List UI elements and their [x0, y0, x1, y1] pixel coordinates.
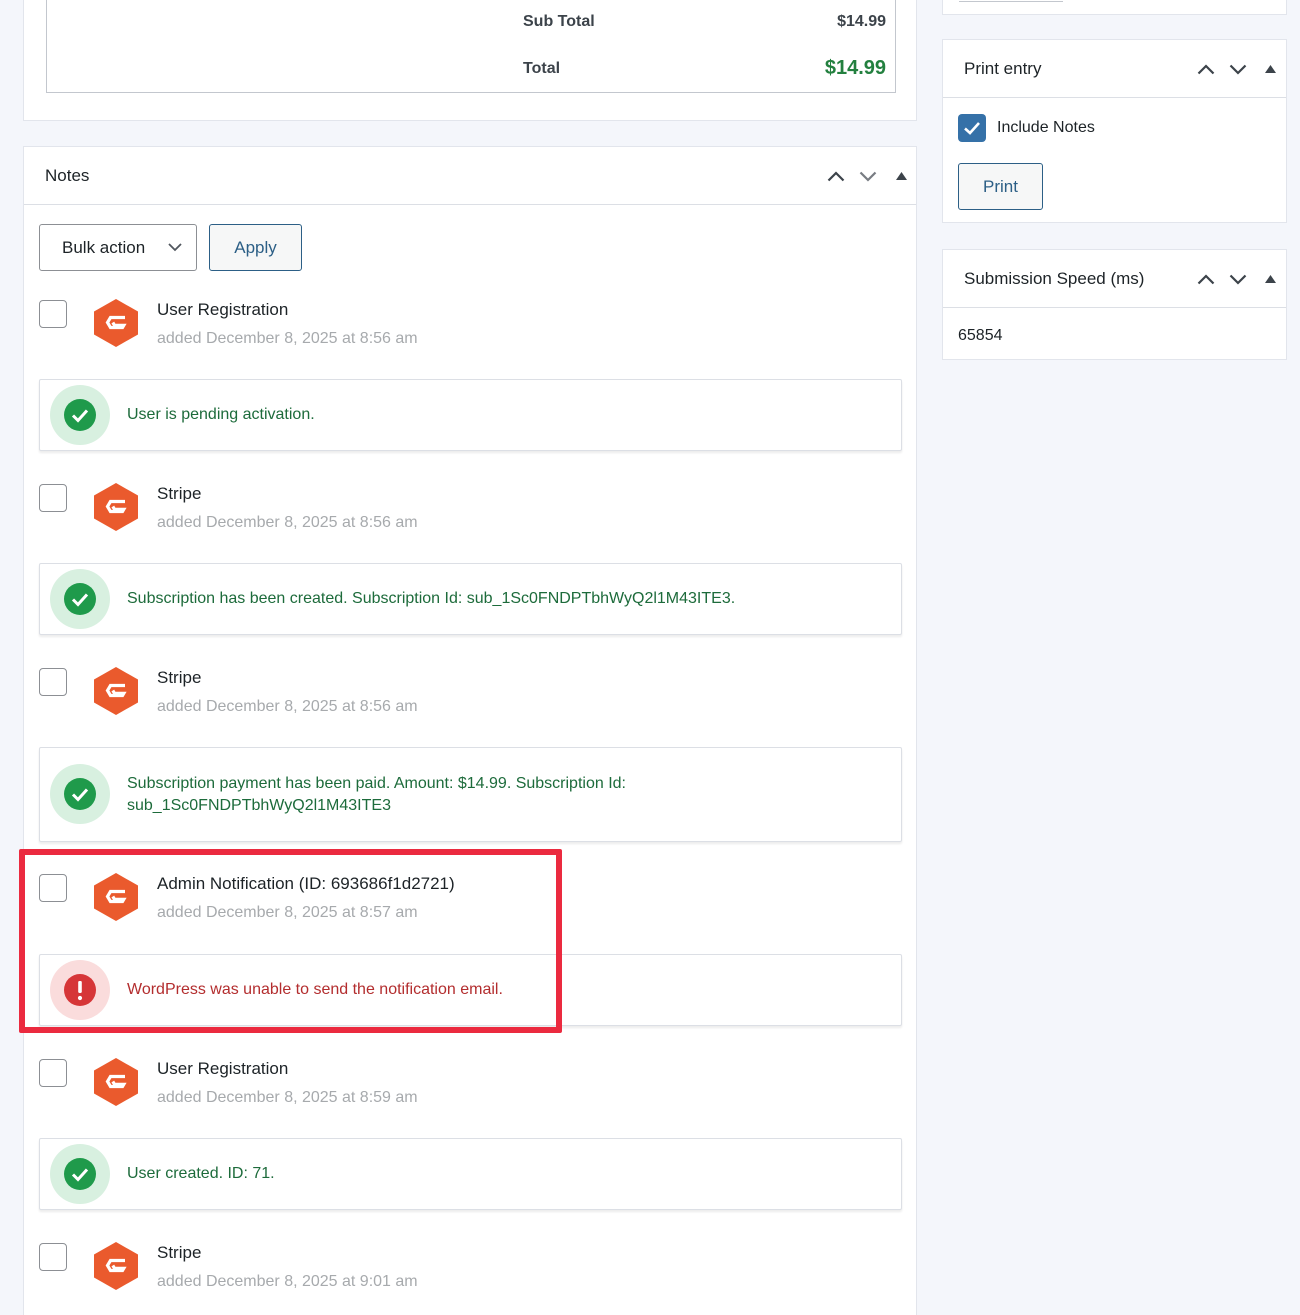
note-date: added December 8, 2025 at 8:59 am [157, 1089, 418, 1106]
note-message-text: Subscription payment has been paid. Amou… [127, 775, 626, 792]
sidebar-panel-stub [942, 0, 1287, 15]
notes-title: Notes [45, 166, 90, 185]
order-summary-table: Sub Total $14.99 Total $14.99 [46, 0, 896, 93]
bulk-action-value: Bulk action [62, 238, 146, 257]
collapse-toggle-icon[interactable] [887, 147, 915, 205]
gravity-forms-logo-icon [94, 873, 138, 921]
chevron-down-icon [168, 243, 182, 252]
note-message: Subscription has been created. Subscript… [39, 563, 902, 635]
note-message-text: WordPress was unable to send the notific… [127, 981, 503, 998]
checkmark-icon [964, 122, 980, 135]
note-message: User created. ID: 71. [39, 1138, 902, 1210]
print-entry-header: Print entry [943, 40, 1286, 98]
note-message: Subscription payment has been paid. Amou… [39, 747, 902, 842]
sub-total-value: $14.99 [837, 13, 886, 30]
exclamation-circle-icon [50, 960, 110, 1020]
note-date: added December 8, 2025 at 8:57 am [157, 904, 418, 921]
include-notes-checkbox[interactable] [958, 114, 986, 142]
submission-speed-header: Submission Speed (ms) [943, 250, 1286, 308]
note-checkbox[interactable] [39, 668, 67, 696]
sub-total-label: Sub Total [523, 13, 595, 30]
note-date: added December 8, 2025 at 8:56 am [157, 330, 418, 347]
note-message-text: User is pending activation. [127, 406, 315, 423]
note-author: User Registration [157, 1059, 289, 1078]
submission-speed-panel: Submission Speed (ms) 65854 [942, 249, 1287, 360]
print-button[interactable]: Print [958, 163, 1043, 210]
submission-speed-value: 65854 [958, 327, 1003, 344]
notes-header: Notes [24, 147, 916, 205]
notes-panel: Notes Bulk action Apply User Registratio… [23, 146, 917, 1315]
move-down-icon[interactable] [1224, 250, 1252, 308]
check-circle-icon [50, 764, 110, 824]
print-entry-panel: Print entry Include Notes Print [942, 39, 1287, 223]
note-author: Stripe [157, 484, 202, 503]
note-date: added December 8, 2025 at 9:01 am [157, 1273, 418, 1290]
note-message-text: User created. ID: 71. [127, 1165, 275, 1182]
apply-button[interactable]: Apply [209, 224, 302, 271]
gravity-forms-logo-icon [94, 667, 138, 715]
note-message: WordPress was unable to send the notific… [39, 954, 902, 1026]
gravity-forms-logo-icon [94, 299, 138, 347]
note-message: User is pending activation. [39, 379, 902, 451]
note-checkbox[interactable] [39, 1059, 67, 1087]
move-up-icon[interactable] [1192, 40, 1220, 98]
note-message-text: Subscription has been created. Subscript… [127, 590, 736, 607]
collapse-toggle-icon[interactable] [1256, 250, 1284, 308]
print-entry-title: Print entry [964, 59, 1042, 78]
include-notes-label[interactable]: Include Notes [997, 119, 1095, 137]
bulk-action-select[interactable]: Bulk action [39, 224, 197, 271]
note-checkbox[interactable] [39, 1243, 67, 1271]
gravity-forms-logo-icon [94, 1242, 138, 1290]
total-value: $14.99 [824, 57, 886, 79]
gravity-forms-logo-icon [94, 1058, 138, 1106]
note-author: Admin Notification (ID: 693686f1d2721) [157, 874, 455, 893]
submission-speed-title: Submission Speed (ms) [964, 269, 1145, 288]
note-checkbox[interactable] [39, 874, 67, 902]
order-summary-panel: Sub Total $14.99 Total $14.99 [23, 0, 917, 121]
note-author: Stripe [157, 668, 202, 687]
note-author: User Registration [157, 300, 289, 319]
collapse-toggle-icon[interactable] [1256, 40, 1284, 98]
move-up-icon[interactable] [1192, 250, 1220, 308]
check-circle-icon [50, 1144, 110, 1204]
check-circle-icon [50, 569, 110, 629]
total-label: Total [523, 60, 561, 77]
move-up-icon[interactable] [822, 147, 850, 205]
note-author: Stripe [157, 1243, 202, 1262]
note-checkbox[interactable] [39, 300, 67, 328]
note-checkbox[interactable] [39, 484, 67, 512]
move-down-icon[interactable] [1224, 40, 1252, 98]
note-date: added December 8, 2025 at 8:56 am [157, 514, 418, 531]
check-circle-icon [50, 385, 110, 445]
note-date: added December 8, 2025 at 8:56 am [157, 698, 418, 715]
divider [959, 0, 1063, 2]
move-down-icon[interactable] [854, 147, 882, 205]
note-message-text: sub_1Sc0FNDPTbhWyQ2l1M43ITE3 [127, 797, 391, 814]
gravity-forms-logo-icon [94, 483, 138, 531]
